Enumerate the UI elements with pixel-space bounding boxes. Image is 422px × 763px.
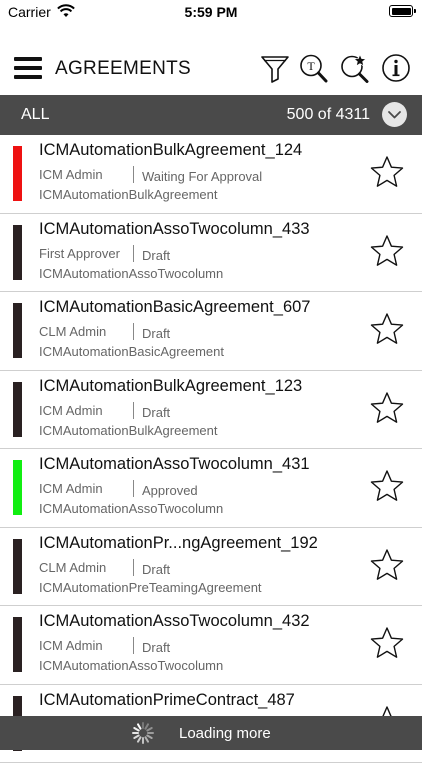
agreement-list: ICMAutomationBulkAgreement_124 ICM Admin W… — [0, 135, 422, 763]
agreement-type: ICMAutomationAssoTwocolumn — [39, 266, 223, 281]
agreement-type: ICMAutomationBulkAgreement — [39, 423, 217, 438]
status-bar: Carrier 5:59 PM — [0, 0, 422, 26]
favorite-star-icon[interactable] — [370, 312, 404, 345]
agreement-status: Draft — [142, 640, 170, 655]
divider — [133, 323, 134, 340]
status-color-bar — [13, 225, 22, 280]
agreement-name: ICMAutomationBulkAgreement_123 — [39, 377, 302, 396]
agreement-type: ICMAutomationBasicAgreement — [39, 344, 224, 359]
agreement-owner: ICM Admin — [39, 167, 103, 182]
agreement-status: Waiting For Approval — [142, 169, 262, 184]
agreement-status: Draft — [142, 248, 170, 263]
agreement-owner: CLM Admin — [39, 324, 106, 339]
agreement-row[interactable]: ICMAutomationPr...ngAgreement_192 CLM Adm… — [0, 528, 422, 607]
starred-search-icon[interactable] — [339, 53, 369, 83]
divider — [133, 637, 134, 654]
agreement-name: ICMAutomationPr...ngAgreement_192 — [39, 534, 318, 553]
agreement-status: Draft — [142, 326, 170, 341]
favorite-star-icon[interactable] — [370, 548, 404, 581]
agreement-status: Draft — [142, 562, 170, 577]
text-search-icon[interactable]: T — [298, 53, 328, 83]
divider — [133, 245, 134, 262]
agreement-status: Approved — [142, 483, 198, 498]
status-color-bar — [13, 617, 22, 672]
agreement-row[interactable]: ICMAutomationAssoTwocolumn_433 First Appr… — [0, 214, 422, 293]
agreement-type: ICMAutomationBulkAgreement — [39, 187, 217, 202]
agreement-name: ICMAutomationBulkAgreement_124 — [39, 141, 302, 160]
agreement-row[interactable]: ICMAutomationBasicAgreement_607 CLM Admin… — [0, 292, 422, 371]
agreement-row[interactable]: ICMAutomationBulkAgreement_124 ICM Admin W… — [0, 135, 422, 214]
agreement-status: Draft — [142, 405, 170, 420]
favorite-star-icon[interactable] — [370, 155, 404, 188]
divider — [133, 480, 134, 497]
agreement-name: ICMAutomationAssoTwocolumn_433 — [39, 220, 310, 239]
divider — [133, 559, 134, 576]
hamburger-menu-icon[interactable] — [14, 57, 42, 81]
chevron-down-icon[interactable] — [382, 102, 407, 127]
filter-icon[interactable] — [260, 53, 290, 83]
agreement-owner: ICM Admin — [39, 638, 103, 653]
status-color-bar — [13, 539, 22, 594]
agreement-owner: CLM Admin — [39, 560, 106, 575]
svg-text:T: T — [307, 59, 315, 73]
divider — [133, 166, 134, 183]
agreement-type: ICMAutomationAssoTwocolumn — [39, 658, 223, 673]
status-color-bar — [13, 382, 22, 437]
navigation-header: AGREEMENTS T — [0, 40, 422, 96]
agreement-name: ICMAutomationBasicAgreement_607 — [39, 298, 310, 317]
favorite-star-icon[interactable] — [370, 234, 404, 267]
agreement-row[interactable]: ICMAutomationAssoTwocolumn_431 ICM Admin A… — [0, 449, 422, 528]
loading-text: Loading more — [179, 725, 271, 742]
agreement-row[interactable]: ICMAutomationAssoTwocolumn_432 ICM Admin D… — [0, 606, 422, 685]
agreement-row[interactable]: ICMAutomationBulkAgreement_123 ICM Admin D… — [0, 371, 422, 450]
loading-more-bar: Loading more — [0, 716, 422, 750]
status-color-bar — [13, 146, 22, 201]
page-title: AGREEMENTS — [55, 58, 191, 80]
battery-tip — [414, 9, 416, 13]
info-icon[interactable] — [381, 53, 411, 83]
status-color-bar — [13, 303, 22, 358]
clock: 5:59 PM — [0, 4, 422, 20]
agreement-name: ICMAutomationAssoTwocolumn_432 — [39, 612, 310, 631]
agreement-name: ICMAutomationAssoTwocolumn_431 — [39, 455, 310, 474]
battery-icon — [389, 5, 413, 17]
status-color-bar — [13, 460, 22, 515]
favorite-star-icon[interactable] — [370, 626, 404, 659]
loading-spinner-icon — [132, 722, 154, 744]
agreement-owner: First Approver — [39, 246, 120, 261]
divider — [133, 402, 134, 419]
agreement-type: ICMAutomationAssoTwocolumn — [39, 501, 223, 516]
favorite-star-icon[interactable] — [370, 469, 404, 502]
filter-label: ALL — [21, 106, 49, 124]
favorite-star-icon[interactable] — [370, 391, 404, 424]
agreement-count: 500 of 4311 — [287, 106, 370, 124]
agreement-type: ICMAutomationPreTeamingAgreement — [39, 580, 262, 595]
agreement-owner: ICM Admin — [39, 481, 103, 496]
agreement-owner: ICM Admin — [39, 403, 103, 418]
filter-bar[interactable]: ALL 500 of 4311 — [0, 95, 422, 135]
agreement-name: ICMAutomationPrimeContract_487 — [39, 691, 295, 710]
